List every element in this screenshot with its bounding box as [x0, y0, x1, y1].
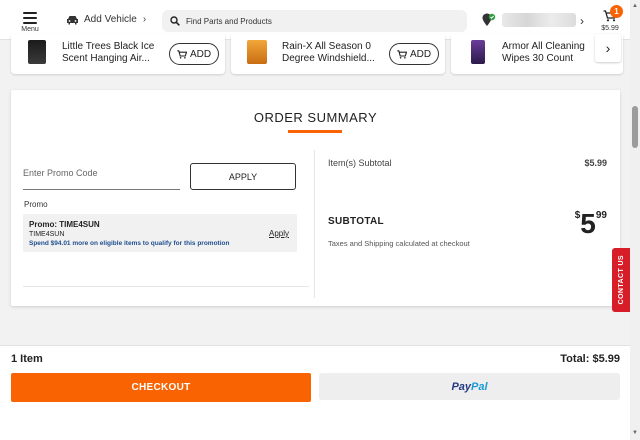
- subtotal-cents: 99: [595, 210, 607, 221]
- scrollbar-thumb[interactable]: [632, 106, 638, 148]
- product-name: Little Trees Black Ice Scent Hanging Air…: [62, 41, 155, 64]
- carousel-item[interactable]: Little Trees Black Ice Scent Hanging Air…: [11, 34, 225, 74]
- car-icon: [67, 15, 78, 24]
- product-name: Rain-X All Season 0 Degree Windshield...: [282, 41, 375, 64]
- subtotal-label: SUBTOTAL: [328, 216, 384, 227]
- apply-promo-button[interactable]: APPLY: [190, 163, 296, 190]
- menu-label: Menu: [21, 26, 39, 33]
- paypal-button[interactable]: PayPal: [319, 373, 620, 400]
- cart-amount: $5.99: [601, 25, 619, 32]
- item-count: 1 Item: [11, 353, 43, 365]
- divider: [314, 150, 315, 298]
- items-subtotal-value: $5.99: [584, 158, 607, 168]
- search-bar[interactable]: [162, 10, 467, 32]
- cart-button[interactable]: 1 $5.99: [598, 5, 623, 32]
- promo-code-line: Promo: TIME4SUN: [29, 220, 100, 229]
- checkout-footer: 1 Item Total: $5.99 CHECKOUT PayPal: [0, 345, 630, 440]
- page-scrollbar[interactable]: ▲ ▼: [630, 0, 640, 440]
- add-vehicle-label: Add Vehicle: [84, 14, 137, 25]
- scroll-down-icon[interactable]: ▼: [632, 430, 638, 436]
- product-name: Armor All Cleaning Wipes 30 Count: [502, 41, 585, 64]
- paypal-logo-part1: Pay: [451, 380, 472, 393]
- subtotal-dollars: 5: [580, 208, 596, 239]
- items-subtotal-label: Item(s) Subtotal: [328, 158, 392, 168]
- cart-count-badge: 1: [610, 5, 623, 18]
- carousel-item[interactable]: Rain-X All Season 0 Degree Windshield...…: [231, 34, 445, 74]
- search-icon: [170, 16, 180, 26]
- add-button-label: ADD: [189, 48, 212, 60]
- tax-note: Taxes and Shipping calculated at checkou…: [328, 239, 470, 248]
- scroll-up-icon[interactable]: ▲: [632, 3, 638, 9]
- cart-icon: [397, 49, 407, 59]
- chevron-right-icon: ›: [580, 14, 584, 28]
- hamburger-icon: [23, 12, 37, 24]
- title-underline: [288, 130, 342, 133]
- promo-label: Promo: [24, 200, 48, 209]
- product-image: [247, 40, 267, 64]
- order-total: Total: $5.99: [560, 353, 620, 365]
- product-image: [471, 40, 485, 64]
- subtotal-price: $599: [575, 210, 607, 238]
- search-input[interactable]: [186, 16, 446, 26]
- contact-us-label: CONTACT US: [617, 255, 625, 305]
- store-location-icon[interactable]: [482, 13, 496, 28]
- order-summary-panel: ORDER SUMMARY APPLY Promo Promo: TIME4SU…: [11, 90, 620, 306]
- promo-box: Promo: TIME4SUN TIME4SUN Spend $94.01 mo…: [23, 214, 297, 252]
- contact-us-tab[interactable]: CONTACT US: [612, 248, 630, 312]
- promo-code-sub: TIME4SUN: [29, 231, 65, 238]
- add-to-cart-button[interactable]: ADD: [389, 43, 439, 65]
- carousel-next-arrow-icon[interactable]: ›: [595, 34, 621, 62]
- chevron-right-icon: ›: [142, 14, 147, 25]
- product-carousel: Little Trees Black Ice Scent Hanging Air…: [0, 34, 630, 80]
- paypal-logo-part2: Pal: [471, 380, 488, 393]
- add-button-label: ADD: [409, 48, 432, 60]
- product-image: [28, 40, 46, 64]
- store-name-redacted[interactable]: [502, 13, 576, 27]
- menu-button[interactable]: Menu: [18, 12, 42, 33]
- add-to-cart-button[interactable]: ADD: [169, 43, 219, 65]
- checkout-button[interactable]: CHECKOUT: [11, 373, 311, 402]
- promo-code-input[interactable]: [23, 164, 180, 190]
- cart-icon: [177, 49, 187, 59]
- add-vehicle-button[interactable]: Add Vehicle ›: [66, 14, 146, 25]
- promo-apply-link[interactable]: Apply: [269, 229, 289, 238]
- divider: [23, 286, 309, 287]
- order-summary-title: ORDER SUMMARY: [253, 110, 378, 125]
- promo-message: Spend $94.01 more on eligible items to q…: [29, 240, 230, 247]
